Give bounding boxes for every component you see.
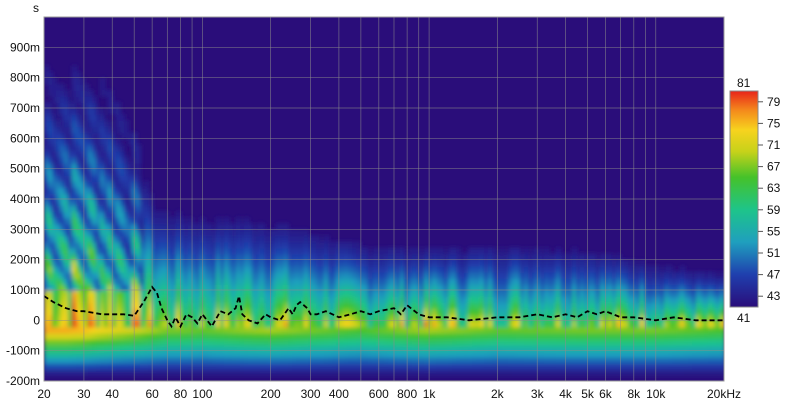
heat-cell [492,247,498,255]
heat-cell [144,180,150,188]
x-tick-label: 4k [559,387,573,401]
colorbar-max-label: 81 [737,76,751,90]
heat-cell [124,120,130,128]
y-tick-label: 700m [10,101,40,115]
x-tick-label: 6k [599,387,613,401]
heat-cell [364,247,370,255]
heat-cell [236,217,242,225]
heat-cell [136,144,142,152]
heat-cell [92,95,98,103]
heat-cell [124,126,130,134]
heat-cell [72,65,78,73]
heat-cell [48,108,54,116]
heat-cell [440,247,446,255]
heat-cell [500,247,506,255]
y-axis-ticks: 900m 800m 700m 600m 500m 400m 300m 200m 100m 0 -10… [6,40,40,388]
heat-cell [572,247,578,255]
colorbar-ticks: 79 75 71 67 63 59 55 51 47 43 [758,95,781,303]
colorbar-tick-label: 51 [767,246,781,260]
x-tick-label: 100 [192,387,212,401]
heat-cell [304,229,310,237]
heat-cell [216,217,222,225]
heat-cell [536,247,542,255]
heat-cell [668,265,674,273]
colorbar-tick-label: 55 [767,224,781,238]
heat-cell [136,150,142,158]
heat-cell [224,217,230,225]
y-tick-label: -100m [6,344,40,358]
y-tick-label: 0 [33,313,40,327]
x-tick-label: 200 [261,387,281,401]
x-tick-label: 3k [531,387,545,401]
x-tick-label: 60 [145,387,159,401]
heat-cell [100,77,106,85]
heat-cell [100,108,106,116]
x-tick-label: 80 [174,387,188,401]
x-tick-label: 1k [423,387,437,401]
colorbar-min-label: 41 [737,311,751,325]
x-tick-label: 8k [627,387,641,401]
heat-cell [60,83,66,91]
x-tick-label: 30 [77,387,91,401]
spectrogram-chart: s 900m 800m 700m 600m 500m 400m 300m 200m 100m 0 -… [6,1,781,401]
y-tick-label: 100m [10,283,40,297]
heat-cell [316,235,322,243]
y-tick-label: 400m [10,192,40,206]
y-tick-label: 800m [10,71,40,85]
heat-cell [516,247,522,255]
heat-cell [544,247,550,255]
x-tick-label: 5k [581,387,595,401]
heat-cell [712,271,718,279]
x-tick-label: 2k [491,387,505,401]
heat-cell [88,89,94,97]
colorbar-tick-label: 75 [767,116,781,130]
heat-cell [400,247,406,255]
heat-cell [556,247,562,255]
heat-cell [656,265,662,273]
heat-cell [116,108,122,116]
heat-cell [124,156,130,164]
colorbar-tick-label: 67 [767,160,781,174]
y-tick-label: 500m [10,162,40,176]
y-tick-label: 600m [10,131,40,145]
heat-cell [64,89,70,97]
colorbar-tick-label: 59 [767,203,781,217]
heat-cell [680,265,686,273]
heat-cell [324,235,330,243]
heat-cell [120,144,126,152]
y-tick-label: 900m [10,40,40,54]
colorbar: 81 41 79 75 71 67 63 59 55 51 47 43 [729,76,781,325]
heat-cell [524,247,530,255]
y-tick-label: -200m [6,374,40,388]
x-tick-label: 10k [646,387,666,401]
heat-cell [164,211,170,219]
y-tick-label: 200m [10,253,40,267]
x-tick-label: 40 [106,387,120,401]
heat-cell [188,217,194,225]
heat-cell [456,247,462,255]
x-tick-label: 400 [329,387,349,401]
y-tick-label: 300m [10,222,40,236]
x-tick-label: 800 [397,387,417,401]
heat-cell [84,83,90,91]
heat-cell [44,65,50,73]
heat-cell [136,180,142,188]
x-axis-ticks: 20 30 40 60 80 100 200 300 400 600 800 1k 2k 3k 4k 5k 6k… [37,387,741,401]
heat-cell [136,168,142,176]
x-tick-label: 20 [37,387,51,401]
colorbar-tick-label: 79 [767,95,781,109]
heat-cell [244,217,250,225]
colorbar-tick-label: 71 [767,138,781,152]
x-tick-label: 20kHz [707,387,741,401]
colorbar-tick-label: 63 [767,181,781,195]
colorbar-tick-label: 43 [767,289,781,303]
colorbar-tick-label: 47 [767,268,781,282]
x-tick-label: 300 [301,387,321,401]
x-tick-label: 600 [369,387,389,401]
colorbar-gradient [729,90,759,308]
y-axis-unit-label: s [33,1,39,15]
